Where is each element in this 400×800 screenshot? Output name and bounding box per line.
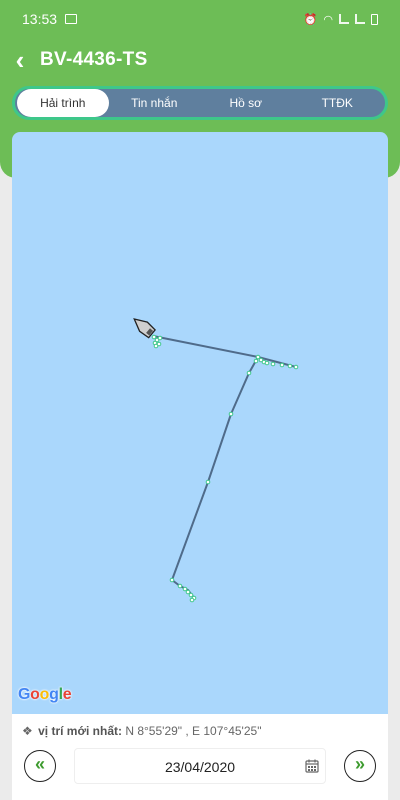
battery-icon xyxy=(371,13,378,25)
status-time: 13:53 xyxy=(22,11,58,27)
app-header: ‹ BV-4436-TS xyxy=(0,40,400,80)
status-bar: 13:53 ⏰ ◠ xyxy=(0,0,400,38)
wifi-icon: ◠ xyxy=(323,13,333,26)
page-title: BV-4436-TS xyxy=(40,49,148,70)
chevron-left-icon[interactable]: ‹ xyxy=(0,47,40,73)
signal-icon xyxy=(339,14,349,24)
google-logo: Google xyxy=(18,686,72,703)
tab-bar: Hải trình Tin nhắn Hồ sơ TTĐK xyxy=(12,86,388,120)
next-day-button[interactable]: » xyxy=(344,750,376,782)
vessel-track xyxy=(130,314,299,603)
info-panel: ❖ vị trí mới nhất: N 8°55'29" , E 107°45… xyxy=(12,714,388,800)
signal-icon-2 xyxy=(355,14,365,24)
tab-hai-trinh[interactable]: Hải trình xyxy=(17,89,109,117)
last-position: ❖ vị trí mới nhất: N 8°55'29" , E 107°45… xyxy=(22,724,261,738)
status-icons: ⏰ ◠ xyxy=(304,13,378,26)
last-position-value: N 8°55'29" , E 107°45'25" xyxy=(125,724,262,738)
date-value: 23/04/2020 xyxy=(164,759,236,775)
alarm-icon: ⏰ xyxy=(303,13,318,26)
date-picker[interactable]: 23/04/2020 xyxy=(74,748,326,784)
tab-ho-so[interactable]: Hồ sơ xyxy=(200,89,292,117)
last-position-label: vị trí mới nhất: xyxy=(38,724,122,738)
vessel-icon[interactable] xyxy=(130,314,156,339)
tab-tin-nhan[interactable]: Tin nhắn xyxy=(109,89,201,117)
track-points xyxy=(151,334,299,603)
calendar-icon[interactable] xyxy=(305,759,319,773)
track-line xyxy=(152,335,297,599)
image-notification-icon xyxy=(65,14,78,24)
prev-day-button[interactable]: « xyxy=(24,750,56,782)
tab-ttdk[interactable]: TTĐK xyxy=(292,89,384,117)
map-view[interactable]: Google xyxy=(12,132,388,714)
diamond-icon: ❖ xyxy=(22,724,33,738)
